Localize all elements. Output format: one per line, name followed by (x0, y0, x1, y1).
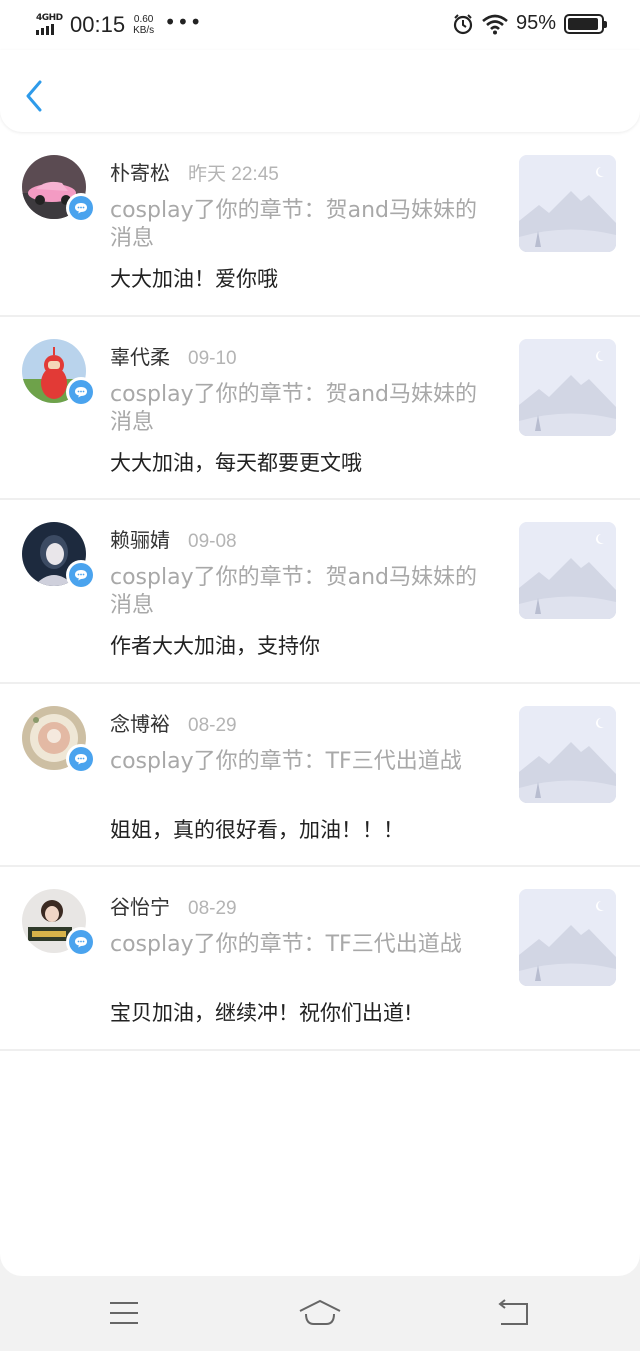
wifi-icon (482, 14, 508, 34)
sender-name[interactable]: 赖骊婧 (110, 524, 170, 553)
screen: 4GHD 00:15 0.60 KB/s ••• 95% 朴寄松 昨天 22:4… (0, 0, 640, 1276)
net-speed-unit: KB/s (133, 25, 155, 36)
thumbnail-placeholder[interactable] (519, 522, 616, 619)
battery-percent: 95% (515, 12, 556, 34)
clock: 00:15 (70, 12, 126, 37)
net-speed: 0.60 KB/s (133, 14, 154, 36)
battery-icon (564, 13, 607, 34)
net-speed-value: 0.60 (133, 14, 154, 25)
back-nav-button[interactable] (495, 1298, 535, 1328)
status-bar: 4GHD 00:15 0.60 KB/s ••• 95% (0, 0, 640, 50)
image-placeholder-icon (519, 889, 616, 986)
image-placeholder-icon (519, 338, 616, 436)
message-date: 09-10 (188, 347, 237, 369)
list-item[interactable]: 念博裕 08-29 cosplay了你的章节：TF三代出道战 姐姐，真的很好看，… (0, 684, 640, 867)
image-placeholder-icon (519, 705, 616, 803)
list-item[interactable]: 谷怡宁 08-29 cosplay了你的章节：TF三代出道战 宝贝加油，继续冲！… (0, 867, 640, 1051)
thumbnail-placeholder[interactable] (519, 889, 616, 986)
menu-icon (110, 1302, 138, 1324)
sender-name[interactable]: 辜代柔 (110, 341, 170, 370)
list-item[interactable]: 朴寄松 昨天 22:45 cosplay了你的章节：贺and马妹妹的消息 大大加… (0, 133, 640, 317)
thumbnail-placeholder[interactable] (519, 338, 616, 436)
message-badge (66, 376, 96, 407)
chat-bubble-icon (75, 937, 87, 948)
message-badge (66, 193, 96, 223)
list-item[interactable]: 赖骊婧 09-08 cosplay了你的章节：贺and马妹妹的消息 作者大大加油… (0, 500, 640, 684)
more-status-icon: ••• (164, 10, 203, 34)
chapter-reference: cosplay了你的章节：TF三代出道战 (110, 748, 462, 774)
back-button[interactable] (18, 76, 50, 116)
thumbnail-placeholder[interactable] (519, 705, 616, 803)
system-nav-bar (0, 1276, 640, 1351)
chevron-left-icon (26, 80, 42, 112)
network-type: 4GHD (36, 13, 63, 23)
alarm-icon (453, 13, 473, 34)
comment-text: 大大加油，每天都要更文哦 (110, 450, 362, 475)
chapter-reference: cosplay了你的章节：TF三代出道战 (110, 932, 462, 957)
comment-text: 大大加油！爱你哦 (110, 267, 278, 291)
message-badge (66, 927, 96, 957)
message-date: 08-29 (188, 898, 237, 919)
image-placeholder-icon (519, 155, 616, 252)
chat-bubble-icon (75, 386, 87, 397)
message-badge (66, 743, 96, 774)
nav-header (0, 50, 640, 132)
message-list: 朴寄松 昨天 22:45 cosplay了你的章节：贺and马妹妹的消息 大大加… (0, 133, 640, 1051)
menu-button[interactable] (106, 1298, 146, 1328)
signal-icon: 4GHD (36, 13, 63, 37)
sender-name[interactable]: 谷怡宁 (110, 891, 170, 920)
message-date: 08-29 (188, 714, 237, 736)
chat-bubble-icon (75, 570, 87, 581)
chapter-reference: cosplay了你的章节：贺and马妹妹的消息 (110, 198, 477, 251)
comment-text: 作者大大加油，支持你 (110, 634, 320, 658)
chat-bubble-icon (75, 753, 87, 764)
sender-name[interactable]: 念博裕 (110, 708, 170, 737)
home-button[interactable] (296, 1298, 346, 1328)
chapter-reference: cosplay了你的章节：贺and马妹妹的消息 (110, 381, 477, 435)
message-date: 09-08 (188, 531, 237, 552)
comment-text: 姐姐，真的很好看，加油！！！ (110, 817, 404, 842)
comment-text: 宝贝加油，继续冲！祝你们出道! (110, 1001, 413, 1025)
back-icon (498, 1299, 528, 1325)
chapter-reference: cosplay了你的章节：贺and马妹妹的消息 (110, 565, 477, 618)
sender-name[interactable]: 朴寄松 (110, 157, 170, 186)
message-badge (66, 560, 96, 590)
list-item[interactable]: 辜代柔 09-10 cosplay了你的章节：贺and马妹妹的消息 大大加油，每… (0, 317, 640, 500)
thumbnail-placeholder[interactable] (519, 155, 616, 252)
message-date: 昨天 22:45 (188, 164, 279, 185)
chat-bubble-icon (75, 203, 87, 214)
image-placeholder-icon (519, 522, 616, 619)
home-icon (299, 1299, 341, 1325)
